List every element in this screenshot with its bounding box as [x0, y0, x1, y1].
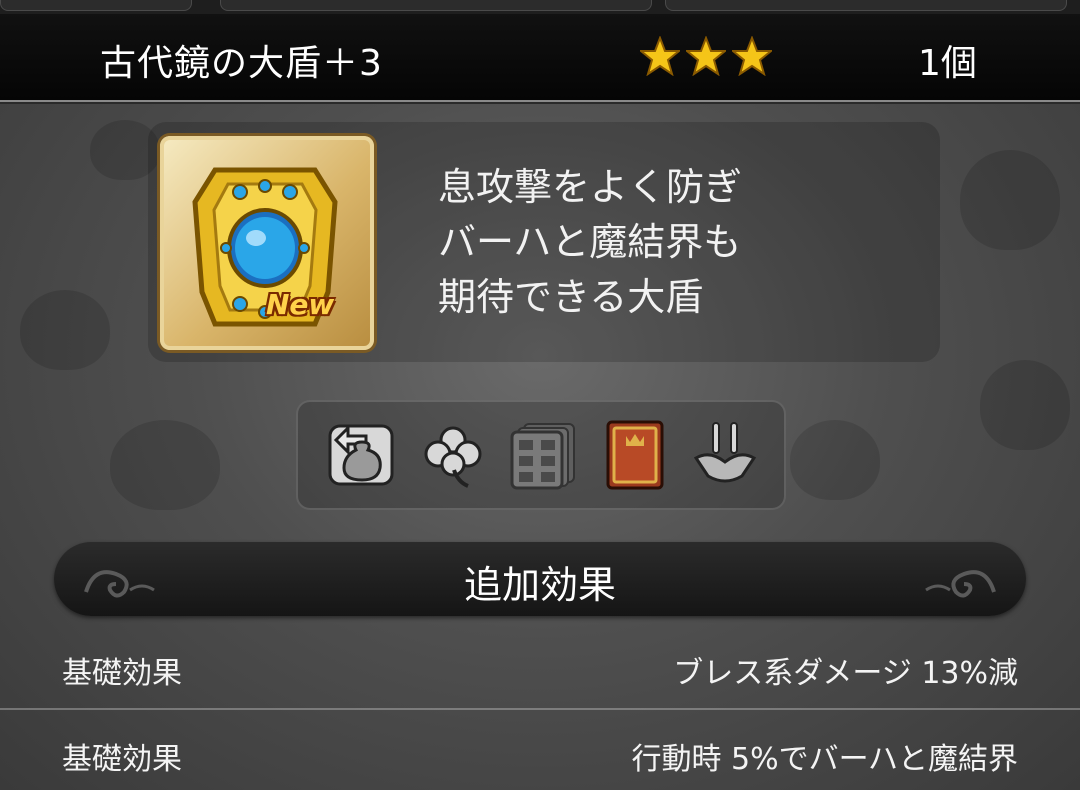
effects-section-header: 追加効果 — [54, 542, 1026, 616]
background-bush-motif — [980, 360, 1070, 450]
top-tab-middle[interactable] — [220, 0, 652, 11]
new-badge: New — [266, 288, 335, 321]
description-line-3: 期待できる大盾 — [438, 275, 704, 319]
item-icon-frame[interactable]: New — [160, 136, 374, 350]
storage-drawer-icon[interactable] — [508, 420, 578, 490]
description-line-1: 息攻撃をよく防ぎ — [438, 165, 743, 209]
effect-row: 基礎効果 ブレス系ダメージ 13%減 — [0, 640, 1080, 700]
effects-title: 追加効果 — [463, 563, 616, 607]
effect-row-value: ブレス系ダメージ 13%減 — [673, 656, 1018, 691]
top-tab-right[interactable] — [665, 0, 1067, 11]
top-tab-strip — [0, 0, 1080, 14]
rarity-stars — [640, 36, 772, 76]
background-bush-motif — [110, 420, 220, 510]
item-header: 古代鏡の大盾＋3 1個 — [0, 14, 1080, 102]
background-slime-motif — [790, 420, 880, 500]
effect-row: 基礎効果 行動時 5%でバーハと魔結界 — [0, 726, 1080, 786]
star-icon — [732, 36, 772, 76]
row-divider — [0, 708, 1080, 710]
red-book-icon[interactable] — [600, 420, 670, 490]
item-name: 古代鏡の大盾＋3 — [100, 43, 383, 84]
description-line-2: バーハと魔結界も — [438, 220, 742, 264]
item-quantity: 1個 — [918, 43, 977, 84]
flourish-right-icon — [925, 570, 996, 598]
star-icon — [686, 36, 726, 76]
hanger-icon[interactable] — [690, 420, 760, 490]
background-bush-motif — [960, 150, 1060, 250]
top-tab-left[interactable] — [0, 0, 192, 11]
effect-row-label: 基礎効果 — [62, 742, 182, 777]
pouch-return-icon[interactable] — [326, 420, 396, 490]
effect-row-value: 行動時 5%でバーハと魔結界 — [631, 742, 1018, 777]
effect-row-label: 基礎効果 — [62, 656, 182, 691]
item-description: 息攻撃をよく防ぎ バーハと魔結界も 期待できる大盾 — [438, 160, 742, 325]
background-slime-motif — [20, 290, 110, 370]
star-icon — [640, 36, 680, 76]
clover-icon[interactable] — [418, 420, 488, 490]
equip-status-icons — [296, 400, 786, 510]
